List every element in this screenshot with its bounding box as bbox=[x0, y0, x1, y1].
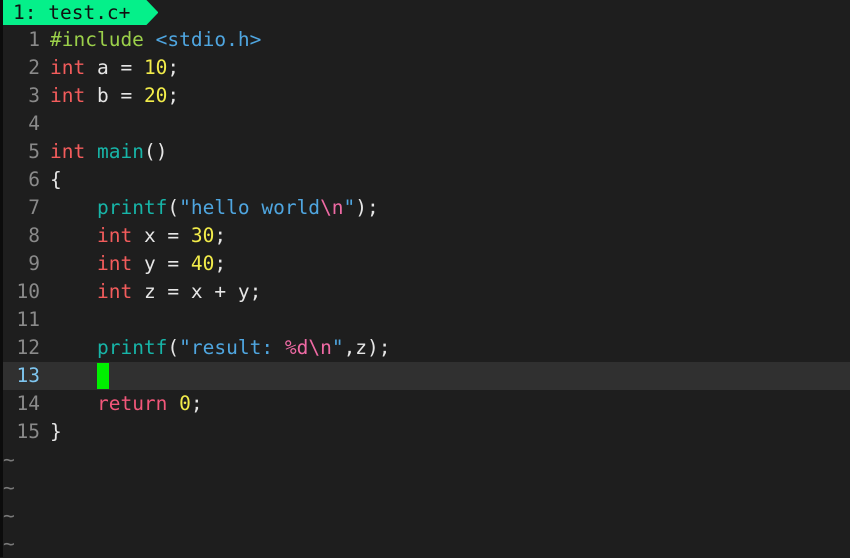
code-line[interactable]: 3 int b = 20; bbox=[3, 82, 850, 110]
line-number: 1 bbox=[28, 28, 40, 51]
code-line[interactable]: 12 printf("result: %d\n",z); bbox=[3, 334, 850, 362]
keyword: int bbox=[50, 140, 86, 163]
line-number: 2 bbox=[28, 56, 40, 79]
tilde-marker: ~ bbox=[3, 532, 15, 555]
code-line[interactable]: 5 int main() bbox=[3, 138, 850, 166]
current-line[interactable]: 13 bbox=[3, 362, 850, 390]
keyword: int bbox=[96, 224, 133, 247]
keyword: int bbox=[96, 252, 133, 275]
line-number: 7 bbox=[28, 196, 40, 219]
function-name: main bbox=[96, 140, 144, 163]
code-text: () bbox=[143, 140, 168, 163]
code-text: ); bbox=[355, 196, 379, 219]
number-literal: 40 bbox=[190, 252, 215, 275]
code-text: z = x + y; bbox=[132, 280, 262, 303]
code-text: a = bbox=[85, 56, 144, 79]
code-text: ; bbox=[190, 392, 203, 415]
line-number: 3 bbox=[28, 84, 40, 107]
return-keyword: return bbox=[96, 392, 168, 415]
code-line[interactable]: 8 int x = 30; bbox=[3, 222, 850, 250]
number-literal: 30 bbox=[190, 224, 215, 247]
code-text: ,z); bbox=[343, 336, 391, 359]
line-number: 10 bbox=[16, 280, 40, 303]
editor-buffer[interactable]: 1 #include <stdio.h> 2 int a = 10; 3 int b = … bbox=[3, 26, 850, 446]
code-text: ; bbox=[167, 84, 180, 107]
keyword: int bbox=[50, 56, 86, 79]
keyword: int bbox=[96, 280, 133, 303]
number-literal: 0 bbox=[179, 392, 191, 415]
tab-test-c[interactable]: 1: test.c+ bbox=[3, 0, 158, 25]
code-text: ; bbox=[214, 224, 227, 247]
number-literal: 10 bbox=[143, 56, 168, 79]
string-literal: " bbox=[343, 196, 356, 219]
code-line[interactable]: 2 int a = 10; bbox=[3, 54, 850, 82]
tilde-marker: ~ bbox=[3, 476, 15, 499]
number-literal: 20 bbox=[143, 84, 168, 107]
code-line[interactable]: 9 int y = 40; bbox=[3, 250, 850, 278]
code-line[interactable]: 1 #include <stdio.h> bbox=[3, 26, 850, 54]
code-text: x = bbox=[132, 224, 191, 247]
code-text: ( bbox=[167, 336, 180, 359]
code-text: ( bbox=[167, 196, 180, 219]
code-line[interactable]: 4 bbox=[3, 110, 850, 138]
line-number: 5 bbox=[28, 140, 40, 163]
line-number: 4 bbox=[28, 112, 40, 135]
line-number: 6 bbox=[28, 168, 40, 191]
tabline: 1: test.c+ bbox=[3, 0, 850, 25]
code-text: { bbox=[50, 168, 62, 191]
keyword: int bbox=[50, 84, 86, 107]
tab-index: 1: bbox=[13, 1, 37, 24]
line-number: 12 bbox=[16, 336, 40, 359]
tilde-marker: ~ bbox=[3, 448, 15, 471]
line-number: 11 bbox=[16, 308, 40, 331]
code-line[interactable]: 14 return 0; bbox=[3, 390, 850, 418]
code-line[interactable]: 7 printf("hello world\n"); bbox=[3, 194, 850, 222]
code-text: ; bbox=[167, 56, 180, 79]
tab-filename: test.c+ bbox=[48, 1, 131, 24]
preprocessor: #include bbox=[50, 28, 144, 51]
string-literal: "hello world bbox=[179, 196, 321, 219]
line-number: 14 bbox=[16, 392, 40, 415]
escape-sequence: \n bbox=[320, 196, 344, 219]
function-name: printf bbox=[96, 196, 168, 219]
code-line[interactable]: 15} bbox=[3, 418, 850, 446]
code-text: b = bbox=[85, 84, 144, 107]
code-text: } bbox=[50, 420, 62, 443]
code-text: y = bbox=[132, 252, 191, 275]
tilde-marker: ~ bbox=[3, 504, 15, 527]
line-number: 8 bbox=[28, 224, 40, 247]
code-line[interactable]: 10 int z = x + y; bbox=[3, 278, 850, 306]
line-number: 9 bbox=[28, 252, 40, 275]
escape-sequence: %d\n bbox=[284, 336, 332, 359]
line-number: 13 bbox=[16, 364, 40, 387]
string-literal: "result: bbox=[179, 336, 285, 359]
code-line[interactable]: 11 bbox=[3, 306, 850, 334]
line-number: 15 bbox=[16, 420, 40, 443]
text-cursor bbox=[96, 362, 109, 389]
include-path: <stdio.h> bbox=[155, 28, 262, 51]
string-literal: " bbox=[331, 336, 344, 359]
function-name: printf bbox=[96, 336, 168, 359]
code-text: ; bbox=[214, 252, 227, 275]
code-line[interactable]: 6{ bbox=[3, 166, 850, 194]
